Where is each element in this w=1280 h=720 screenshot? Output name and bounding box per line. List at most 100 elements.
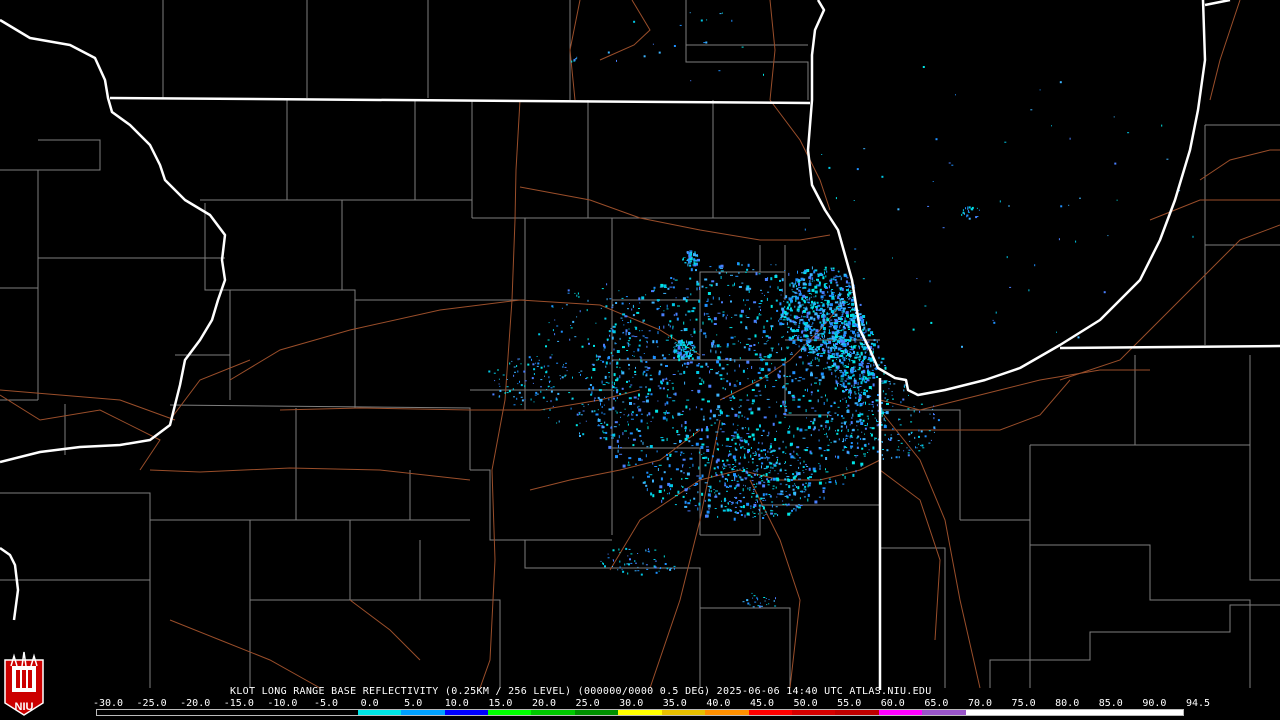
echo-pixel (850, 421, 853, 425)
echo-pixel (999, 200, 1001, 203)
echo-pixel (748, 427, 750, 431)
echo-pixel (552, 405, 554, 407)
echo-pixel (618, 290, 620, 292)
echo-pixel (805, 409, 807, 413)
echo-pixel (695, 318, 698, 321)
scale-swatch (314, 710, 358, 715)
echo-pixel (760, 475, 763, 477)
echo-pixel (639, 386, 643, 388)
echo-pixel (766, 341, 768, 343)
echo-pixel (810, 473, 813, 475)
echo-pixel (831, 347, 834, 349)
echo-pixel (786, 376, 789, 378)
echo-pixel (686, 340, 688, 344)
echo-pixel (658, 326, 660, 329)
echo-pixel (1028, 289, 1030, 292)
echo-pixel (611, 381, 613, 384)
echo-pixel (842, 449, 845, 451)
echo-pixel (652, 494, 655, 498)
echo-pixel (706, 449, 710, 452)
echo-pixel (749, 487, 751, 489)
echo-pixel (770, 347, 774, 349)
echo-pixel (862, 379, 864, 382)
echo-pixel (841, 309, 845, 311)
echo-pixel (587, 404, 589, 406)
echo-pixel (890, 409, 892, 411)
echo-pixel (701, 454, 703, 456)
echo-pixel (820, 325, 822, 329)
echo-pixel (813, 418, 816, 422)
echo-pixel (615, 343, 617, 345)
echo-pixel (734, 487, 736, 490)
echo-pixel (970, 208, 972, 211)
echo-pixel (777, 493, 780, 495)
echo-pixel (785, 484, 788, 486)
echo-pixel (514, 371, 516, 373)
echo-pixel (599, 398, 603, 402)
echo-pixel (604, 317, 607, 320)
echo-pixel (802, 361, 804, 365)
echo-pixel (840, 277, 842, 281)
echo-pixel (744, 416, 746, 418)
echo-pixel (844, 317, 846, 321)
echo-pixel (842, 438, 844, 442)
echo-pixel (768, 494, 771, 495)
echo-pixel (736, 380, 738, 382)
echo-pixel (607, 340, 608, 342)
echo-pixel (783, 374, 786, 377)
echo-pixel (844, 446, 847, 447)
echo-pixel (714, 422, 716, 425)
echo-pixel (627, 423, 629, 426)
echo-pixel (821, 154, 823, 155)
echo-pixel (870, 433, 873, 437)
echo-pixel (752, 461, 754, 464)
echo-pixel (808, 399, 812, 402)
echo-pixel (709, 266, 712, 268)
echo-pixel (845, 434, 847, 437)
echo-pixel (566, 370, 568, 372)
echo-pixel (821, 375, 825, 379)
echo-pixel (809, 351, 813, 354)
echo-pixel (729, 382, 731, 386)
echo-pixel (828, 429, 830, 431)
echo-pixel (968, 217, 971, 220)
scale-swatch (705, 710, 749, 715)
echo-pixel (685, 288, 689, 290)
echo-pixel (705, 362, 708, 366)
echo-pixel (660, 380, 663, 384)
echo-pixel (576, 316, 578, 318)
echo-pixel (853, 350, 855, 354)
echo-pixel (801, 347, 805, 350)
echo-pixel (863, 148, 866, 150)
echo-pixel (776, 309, 779, 312)
echo-pixel (543, 365, 545, 368)
echo-pixel (731, 407, 734, 409)
echo-pixel (748, 408, 751, 411)
echo-pixel (784, 270, 786, 271)
echo-pixel (823, 338, 825, 340)
echo-pixel (880, 361, 883, 364)
echo-pixel (660, 363, 663, 366)
echo-pixel (735, 275, 739, 277)
echo-pixel (574, 336, 577, 338)
echo-pixel (897, 440, 900, 442)
echo-pixel (729, 397, 733, 399)
echo-pixel (884, 366, 887, 370)
scale-swatch (1139, 710, 1183, 715)
echo-pixel (731, 19, 733, 22)
echo-pixel (739, 493, 742, 495)
scale-label: 80.0 (1055, 698, 1080, 709)
echo-pixel (822, 487, 826, 490)
echo-pixel (846, 277, 849, 279)
echo-pixel (713, 489, 715, 490)
echo-pixel (751, 592, 753, 594)
echo-pixel (739, 443, 741, 446)
echo-pixel (818, 439, 820, 442)
echo-pixel (868, 410, 870, 411)
echo-pixel (769, 445, 772, 449)
echo-pixel (862, 438, 866, 441)
echo-pixel (606, 298, 608, 301)
echo-pixel (820, 353, 824, 355)
echo-pixel (637, 566, 639, 568)
echo-pixel (842, 417, 845, 419)
